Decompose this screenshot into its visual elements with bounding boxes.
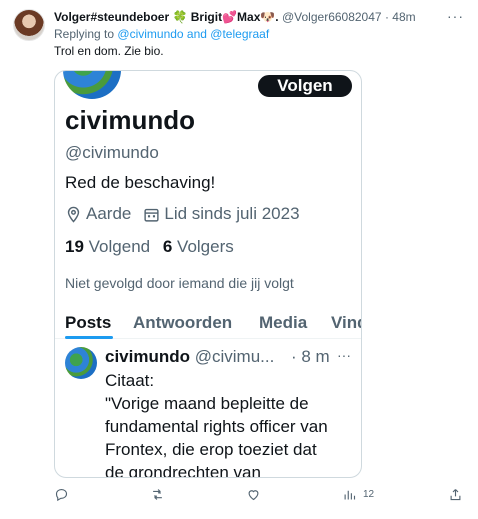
tab-vind-ik-leuks[interactable]: Vind-ik-leuks — [331, 313, 361, 333]
tweet-header: Volger#steundeboer 🍀 Brigit💕Max🐶. @Volge… — [54, 10, 448, 26]
not-followed-notice: Niet gevolgd door iemand die jij volgt — [65, 275, 294, 291]
inner-post-line: fundamental rights officer van — [105, 417, 328, 436]
replying-to: Replying to @civimundo and @telegraaf — [54, 27, 269, 41]
avatar[interactable] — [13, 9, 45, 41]
following-label: Volgend — [88, 237, 151, 256]
followers-stat[interactable]: 6 Volgers — [163, 237, 234, 256]
action-bar: 12 — [54, 487, 464, 507]
profile-card[interactable]: Volgen civimundo @civimundo Red de besch… — [54, 70, 362, 478]
separator-dot: · — [384, 10, 389, 24]
share-icon — [450, 489, 461, 501]
following-count: 19 — [65, 237, 84, 256]
followers-label: Volgers — [177, 237, 234, 256]
inner-post-time[interactable]: · 8 m — [291, 347, 330, 367]
inner-post-name[interactable]: civimundo — [105, 347, 190, 366]
inner-post-line: Frontex, die erop toeziet dat — [105, 440, 317, 459]
inner-avatar-globe-icon[interactable] — [65, 347, 97, 379]
tab-media[interactable]: Media — [259, 313, 307, 333]
repost-button[interactable] — [150, 487, 165, 502]
replying-prefix: Replying to — [54, 27, 115, 41]
joined-text: Lid sinds juli 2023 — [164, 204, 300, 223]
tweet-text: Trol en dom. Zie bio. — [54, 44, 164, 58]
display-name[interactable]: Volger#steundeboer 🍀 Brigit💕Max🐶. — [54, 10, 279, 24]
inner-post-handle[interactable]: @civimu... — [195, 347, 275, 366]
profile-handle: @civimundo — [65, 143, 159, 162]
views-button[interactable]: 12 — [342, 487, 374, 502]
joined: Lid sinds juli 2023 — [143, 204, 300, 224]
inner-more-options-icon[interactable]: ··· — [337, 347, 351, 363]
views-count: 12 — [363, 489, 375, 500]
share-button[interactable] — [448, 487, 463, 502]
profile-meta: Aarde Lid sinds juli 2023 — [65, 204, 312, 224]
like-button[interactable] — [246, 487, 261, 502]
location-pin-icon — [67, 206, 80, 223]
inner-post-line: de grondrechten van — [105, 463, 261, 478]
globe-icon — [63, 71, 121, 99]
more-options-icon[interactable]: ··· — [447, 8, 464, 24]
profile-tabs: Posts Antwoorden Media Vind-ik-leuks — [55, 309, 361, 339]
tab-posts[interactable]: Posts — [65, 313, 111, 333]
reply-button[interactable] — [54, 487, 69, 502]
timestamp[interactable]: 48m — [392, 10, 415, 24]
reply-icon — [55, 488, 68, 502]
active-tab-indicator — [65, 336, 113, 339]
profile-bio: Red de beschaving! — [65, 173, 216, 192]
followers-count: 6 — [162, 237, 173, 256]
inner-post-text: Citaat: "Vorige maand bepleitte de funda… — [105, 369, 357, 478]
views-icon — [344, 490, 356, 500]
inner-post-line: Citaat: — [105, 371, 155, 390]
profile-name: civimundo — [65, 105, 196, 135]
profile-stats: 19 Volgend 6 Volgers — [65, 237, 242, 257]
like-icon — [248, 490, 259, 501]
replying-to-link[interactable]: @civimundo and @telegraaf — [117, 27, 269, 41]
repost-icon — [153, 489, 162, 500]
inner-post-header: civimundo @civimu... · 8 m — [105, 347, 355, 367]
calendar-icon — [144, 208, 159, 222]
following-stat[interactable]: 19 Volgend — [65, 237, 150, 256]
location: Aarde — [65, 204, 131, 224]
location-text: Aarde — [86, 204, 132, 223]
follow-button[interactable]: Volgen — [257, 74, 353, 98]
tab-antwoorden[interactable]: Antwoorden — [133, 313, 232, 333]
tweet[interactable]: Volger#steundeboer 🍀 Brigit💕Max🐶. @Volge… — [0, 0, 478, 519]
handle[interactable]: @Volger66082047 — [282, 10, 382, 24]
inner-post-line: "Vorige maand bepleitte de — [105, 394, 309, 413]
